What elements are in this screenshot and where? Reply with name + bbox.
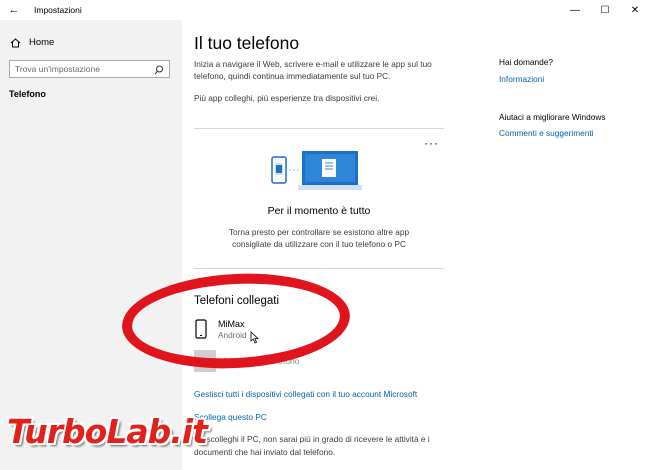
watermark-part: Lab	[106, 412, 171, 451]
minimize-button[interactable]: —	[560, 0, 590, 20]
divider	[194, 128, 444, 129]
manage-devices-link[interactable]: Gestisci tutti i dispositivi collegati c…	[194, 389, 417, 399]
window-title: Impostazioni	[34, 5, 82, 15]
sidebar-item-telefono[interactable]: Telefono	[9, 89, 46, 99]
watermark-part: .it	[170, 412, 208, 451]
more-options-button[interactable]: ···	[424, 136, 439, 150]
back-button[interactable]: ←	[0, 0, 28, 20]
window-controls: — ☐ ✕	[560, 0, 650, 20]
unlink-description: Se scolleghi il PC, non sarai più in gra…	[194, 434, 430, 457]
close-button[interactable]: ✕	[620, 0, 650, 20]
sidebar-item-home[interactable]: Home	[10, 37, 54, 48]
info-link[interactable]: Informazioni	[499, 74, 544, 84]
search-placeholder: Trova un'impostazione	[15, 64, 100, 74]
search-icon	[154, 65, 163, 75]
search-input[interactable]: Trova un'impostazione	[9, 60, 170, 78]
watermark-logo: TurboLab.it	[7, 412, 208, 451]
main-content: Il tuo telefono Inizia a navigare il Web…	[182, 20, 650, 470]
watermark-part: Turbo	[7, 412, 107, 451]
divider	[194, 268, 444, 269]
home-icon	[10, 37, 21, 47]
intro-text-2: Più app colleghi, più esperienze tra dis…	[194, 93, 380, 103]
maximize-icon: ☐	[600, 4, 610, 16]
minimize-icon: —	[570, 4, 580, 16]
improve-heading: Aiutaci a migliorare Windows	[499, 112, 606, 122]
maximize-button[interactable]: ☐	[590, 0, 620, 20]
intro-text: Inizia a navigare il Web, scrivere e-mai…	[194, 59, 432, 81]
empty-state-description: Torna presto per controllare se esistono…	[228, 227, 410, 249]
page-title: Il tuo telefono	[194, 33, 300, 53]
close-icon: ✕	[630, 4, 640, 16]
title-bar: ← Impostazioni — ☐ ✕	[0, 0, 650, 20]
empty-state-title: Per il momento è tutto	[267, 205, 371, 217]
phone-pc-illustration	[271, 151, 362, 190]
feedback-link[interactable]: Commenti e suggerimenti	[499, 128, 594, 138]
back-arrow-icon: ←	[8, 4, 20, 16]
sidebar-item-label: Home	[29, 37, 55, 48]
sidebar: Home Trova un'impostazione Telefono	[0, 20, 182, 470]
questions-heading: Hai domande?	[499, 57, 553, 67]
